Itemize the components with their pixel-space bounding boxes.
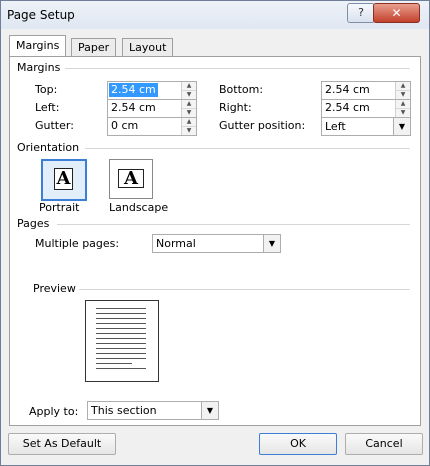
top-margin-spinner[interactable]: 2.54 cm ▲ ▼ <box>107 81 197 100</box>
ok-button[interactable]: OK <box>259 433 337 455</box>
close-icon: ✕ <box>391 6 402 20</box>
window-title: Page Setup <box>7 8 75 22</box>
portrait-page-icon: A <box>54 168 73 190</box>
preview-text-line <box>96 363 132 364</box>
orientation-section-label: Orientation <box>17 141 80 154</box>
left-label: Left: <box>35 101 60 114</box>
spin-up-icon[interactable]: ▲ <box>182 118 196 126</box>
gutter-spinner[interactable]: 0 cm ▲ ▼ <box>107 117 197 136</box>
multiple-pages-label: Multiple pages: <box>35 237 120 250</box>
gutter-label: Gutter: <box>35 119 74 132</box>
portrait-button[interactable]: A <box>41 159 87 201</box>
tab-margins[interactable]: Margins <box>9 35 67 56</box>
pages-section-label: Pages <box>17 217 50 230</box>
gutter-arrows[interactable]: ▲ ▼ <box>181 118 196 135</box>
spin-down-icon[interactable]: ▼ <box>182 108 196 117</box>
bottom-margin-value[interactable]: 2.54 cm <box>325 83 370 97</box>
preview-text-line <box>96 348 146 349</box>
right-label: Right: <box>219 101 252 114</box>
tab-layout[interactable]: Layout <box>122 38 174 56</box>
chevron-down-icon[interactable]: ▼ <box>201 402 218 419</box>
orientation-divider <box>85 148 410 149</box>
bottom-margin-arrows[interactable]: ▲ ▼ <box>395 82 410 99</box>
preview-text-line <box>96 338 146 339</box>
spin-down-icon[interactable]: ▼ <box>182 90 196 99</box>
preview-text-line <box>96 313 146 314</box>
apply-to-label: Apply to: <box>29 405 79 418</box>
multiple-pages-select[interactable]: Normal ▼ <box>152 234 281 253</box>
landscape-page-icon: A <box>118 169 144 188</box>
left-margin-spinner[interactable]: 2.54 cm ▲ ▼ <box>107 99 197 118</box>
preview-text-line <box>96 328 146 329</box>
page-preview <box>85 300 159 382</box>
preview-text-line <box>96 308 146 309</box>
spin-down-icon[interactable]: ▼ <box>396 90 410 99</box>
top-label: Top: <box>35 83 58 96</box>
margins-section-label: Margins <box>17 61 61 74</box>
right-margin-spinner[interactable]: 2.54 cm ▲ ▼ <box>321 99 411 118</box>
preview-text-line <box>96 368 146 369</box>
gutter-position-label: Gutter position: <box>219 119 306 132</box>
gutter-position-select[interactable]: Left ▼ <box>321 117 411 136</box>
right-margin-arrows[interactable]: ▲ ▼ <box>395 100 410 117</box>
preview-divider <box>79 289 410 290</box>
preview-text-line <box>96 333 146 334</box>
close-button[interactable]: ✕ <box>373 3 420 23</box>
preview-section-label: Preview <box>33 282 76 295</box>
top-margin-arrows[interactable]: ▲ ▼ <box>181 82 196 99</box>
spin-down-icon[interactable]: ▼ <box>396 108 410 117</box>
title-bar[interactable]: Page Setup ? ✕ <box>1 1 429 29</box>
apply-to-value: This section <box>91 404 157 417</box>
bottom-label: Bottom: <box>219 83 264 96</box>
preview-text-line <box>96 343 146 344</box>
apply-to-select[interactable]: This section ▼ <box>87 401 219 420</box>
spin-up-icon[interactable]: ▲ <box>182 100 196 108</box>
page-setup-dialog: Page Setup ? ✕ Margins Paper Layout Marg… <box>0 0 430 466</box>
portrait-label: Portrait <box>39 201 80 214</box>
preview-text-line <box>96 318 146 319</box>
spin-up-icon[interactable]: ▲ <box>396 100 410 108</box>
preview-text-line <box>96 353 146 354</box>
chevron-down-icon[interactable]: ▼ <box>393 118 410 135</box>
spin-down-icon[interactable]: ▼ <box>182 126 196 135</box>
set-as-default-button[interactable]: Set As Default <box>8 433 116 455</box>
multiple-pages-value: Normal <box>156 237 196 250</box>
left-margin-arrows[interactable]: ▲ ▼ <box>181 100 196 117</box>
top-margin-value[interactable]: 2.54 cm <box>109 83 158 97</box>
left-margin-value[interactable]: 2.54 cm <box>111 101 156 115</box>
cancel-button[interactable]: Cancel <box>345 433 423 455</box>
chevron-down-icon[interactable]: ▼ <box>263 235 280 252</box>
spin-up-icon[interactable]: ▲ <box>396 82 410 90</box>
spin-up-icon[interactable]: ▲ <box>182 82 196 90</box>
preview-text-line <box>96 323 146 324</box>
pages-divider <box>57 224 410 225</box>
preview-text-line <box>96 358 146 359</box>
tab-paper[interactable]: Paper <box>71 38 117 56</box>
bottom-margin-spinner[interactable]: 2.54 cm ▲ ▼ <box>321 81 411 100</box>
landscape-label: Landscape <box>109 201 169 214</box>
gutter-position-value: Left <box>325 120 346 133</box>
help-button[interactable]: ? <box>347 3 375 23</box>
gutter-value[interactable]: 0 cm <box>111 119 138 133</box>
landscape-button[interactable]: A <box>109 159 153 199</box>
margins-divider <box>65 68 410 69</box>
right-margin-value[interactable]: 2.54 cm <box>325 101 370 115</box>
